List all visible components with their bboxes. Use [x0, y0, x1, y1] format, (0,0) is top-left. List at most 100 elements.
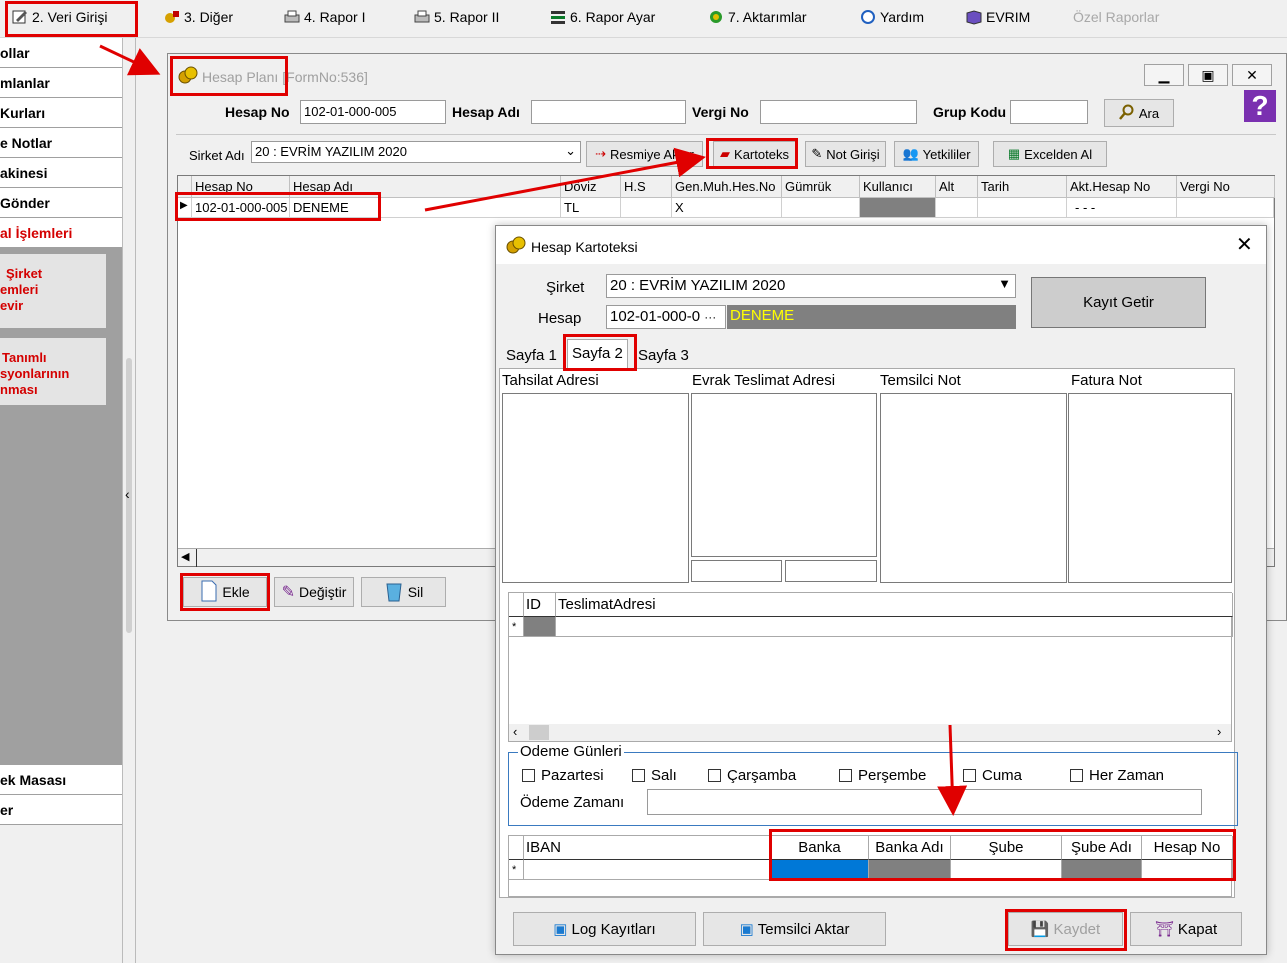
menu-ozel-raporlar[interactable]: Özel Raporlar — [1073, 9, 1159, 25]
table-cell[interactable] — [782, 198, 860, 218]
column-header[interactable]: Akt.Hesap No — [1067, 176, 1177, 198]
tahsilat-adresi-memo[interactable] — [502, 393, 689, 583]
ara-button[interactable]: Ara — [1104, 99, 1174, 127]
menu-rapor-1[interactable]: 4. Rapor I — [284, 9, 365, 25]
tab-sayfa-3[interactable]: Sayfa 3 — [634, 344, 693, 368]
nav-tile-sirket[interactable]: Şirket emleri evir — [0, 254, 106, 328]
collapse-arrow-icon[interactable]: ‹ — [125, 486, 130, 502]
degistir-button[interactable]: ✎ Değiştir — [274, 577, 354, 607]
temsilci-not-memo[interactable] — [880, 393, 1067, 583]
odeme-zamani-input[interactable] — [647, 789, 1202, 815]
temsilci-aktar-button[interactable]: ▣ Temsilci Aktar — [703, 912, 886, 946]
kayit-getir-button[interactable]: Kayıt Getir — [1031, 277, 1206, 328]
table-cell[interactable]: TL — [561, 198, 621, 218]
column-header[interactable]: Tarih — [978, 176, 1067, 198]
table-cell-kullanici[interactable] — [860, 198, 936, 218]
nav-item-active[interactable]: al İşlemleri — [0, 218, 122, 248]
excelden-al-button[interactable]: ▦ Excelden Al — [993, 141, 1107, 167]
menu-yardim[interactable]: Yardım — [860, 9, 924, 25]
close-icon[interactable]: ✕ — [1236, 232, 1253, 257]
hesap-no-field[interactable]: 102-01-000-0 ··· — [606, 305, 726, 329]
checkbox-box[interactable] — [839, 769, 852, 782]
nav-item[interactable]: Gönder — [0, 188, 122, 218]
column-header[interactable]: Alt — [936, 176, 978, 198]
nav-item[interactable]: Kurları — [0, 98, 122, 128]
pazartesi-checkbox[interactable]: Pazartesi — [522, 767, 604, 784]
checkbox-box[interactable] — [708, 769, 721, 782]
fatura-not-memo[interactable] — [1068, 393, 1232, 583]
nav-item[interactable]: akinesi — [0, 158, 122, 188]
column-header[interactable]: Vergi No — [1177, 176, 1275, 198]
yetkililer-button[interactable]: 👥 Yetkililer — [894, 141, 979, 167]
menu-diger[interactable]: 3. Diğer — [164, 9, 233, 25]
scroll-left-icon[interactable]: ◀ — [181, 550, 189, 563]
persembe-checkbox[interactable]: Perşembe — [839, 767, 926, 784]
table-cell[interactable] — [936, 198, 978, 218]
checkbox-box[interactable] — [1070, 769, 1083, 782]
column-header[interactable]: ID — [524, 593, 556, 617]
evrak-field-1[interactable] — [691, 560, 782, 582]
checkbox-box[interactable] — [522, 769, 535, 782]
nav-tile-tanimli[interactable]: Tanımlı syonlarının nması — [0, 338, 106, 405]
coins-icon — [506, 236, 526, 257]
menu-aktarimlar[interactable]: 7. Aktarımlar — [708, 9, 807, 25]
vergi-no-input[interactable] — [760, 100, 917, 124]
column-header[interactable]: Döviz — [561, 176, 621, 198]
minimize-button[interactable]: ▁ — [1144, 64, 1184, 86]
table-cell[interactable]: X — [672, 198, 782, 218]
nav-item[interactable]: er — [0, 795, 122, 825]
column-header[interactable]: Kullanıcı — [860, 176, 936, 198]
close-button[interactable]: ✕ — [1232, 64, 1272, 86]
chevron-left-icon[interactable]: ‹ — [513, 724, 517, 739]
ellipsis-icon[interactable]: ··· — [704, 310, 716, 324]
tab-sayfa-1[interactable]: Sayfa 1 — [502, 344, 561, 368]
maximize-button[interactable]: ▣ — [1188, 64, 1228, 86]
grup-kodu-input[interactable] — [1010, 100, 1088, 124]
column-header[interactable]: H.S — [621, 176, 672, 198]
sil-button[interactable]: Sil — [361, 577, 446, 607]
column-header[interactable]: Gümrük — [782, 176, 860, 198]
her-zaman-checkbox[interactable]: Her Zaman — [1070, 767, 1164, 784]
kapat-button[interactable]: ⛩ Kapat — [1130, 912, 1242, 946]
column-header[interactable]: TeslimatAdresi — [556, 593, 1233, 617]
table-cell[interactable]: - - - — [1067, 198, 1177, 218]
panel-splitter[interactable]: ‹ — [122, 38, 136, 963]
hesap-no-input[interactable]: 102-01-000-005 — [300, 100, 446, 124]
sirket-select[interactable]: 20 : EVRİM YAZILIM 2020 ▼ — [606, 274, 1016, 298]
nav-item[interactable]: e Notlar — [0, 128, 122, 158]
table-cell[interactable] — [1177, 198, 1274, 218]
log-kayitlari-button[interactable]: ▣ Log Kayıtları — [513, 912, 696, 946]
exit-door-icon: ⛩ — [1154, 921, 1174, 938]
menu-evrim[interactable]: EVRIM — [966, 9, 1030, 25]
table-cell[interactable] — [524, 860, 771, 880]
hesap-adi-input[interactable] — [531, 100, 686, 124]
nav-item[interactable]: ollar — [0, 38, 122, 68]
column-header[interactable]: IBAN — [524, 836, 771, 860]
table-cell[interactable] — [524, 617, 556, 637]
scroll-thumb[interactable] — [529, 725, 549, 740]
nav-item[interactable]: mlanlar — [0, 68, 122, 98]
horizontal-scrollbar[interactable]: ‹ › — [509, 724, 1231, 741]
table-cell[interactable] — [556, 617, 1233, 637]
column-header[interactable]: Gen.Muh.Hes.No — [672, 176, 782, 198]
annotation-box — [563, 334, 637, 371]
checkbox-box[interactable] — [632, 769, 645, 782]
carsamba-checkbox[interactable]: Çarşamba — [708, 767, 796, 784]
tile-line: evir — [0, 298, 24, 313]
evrak-field-2[interactable] — [785, 560, 877, 582]
sali-checkbox[interactable]: Salı — [632, 767, 677, 784]
evrak-teslimat-adresi-memo[interactable] — [691, 393, 877, 557]
nav-item[interactable]: ek Masası — [0, 765, 122, 795]
table-cell[interactable] — [978, 198, 1067, 218]
help-icon[interactable]: ? — [1244, 90, 1276, 122]
sirket-adi-select[interactable]: 20 : EVRİM YAZILIM 2020 ⌄ — [251, 141, 581, 163]
chevron-right-icon[interactable]: › — [1217, 724, 1221, 739]
cuma-checkbox[interactable]: Cuma — [963, 767, 1022, 784]
checkbox-box[interactable] — [963, 769, 976, 782]
menu-rapor-ayar[interactable]: 6. Rapor Ayar — [550, 9, 655, 25]
resmiye-aktar-button[interactable]: ⇢ Resmiye Aktar — [586, 141, 703, 167]
table-cell[interactable] — [621, 198, 672, 218]
menu-rapor-2[interactable]: 5. Rapor II — [414, 9, 499, 25]
not-girisi-button[interactable]: ✎ Not Girişi — [805, 141, 886, 167]
scroll-thumb[interactable] — [196, 549, 197, 567]
